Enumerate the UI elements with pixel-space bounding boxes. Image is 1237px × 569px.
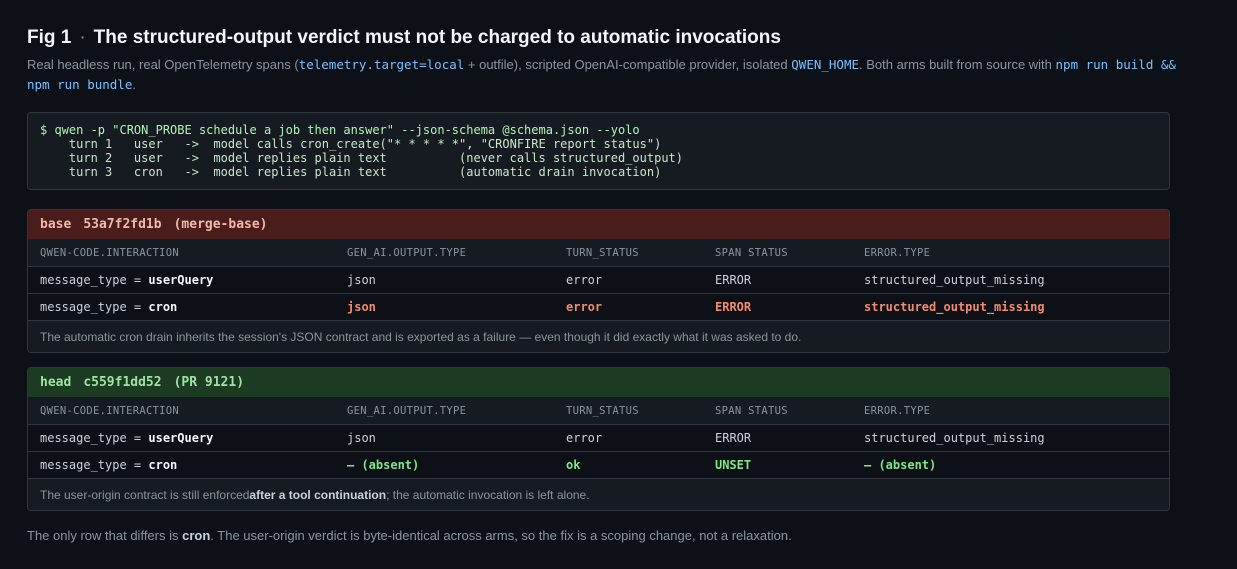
cell-output-type: json [347, 431, 376, 445]
cell-interaction: message_type = cron [40, 458, 178, 472]
column-header: QWEN-CODE.INTERACTION [40, 246, 180, 259]
arm-label: base [40, 217, 72, 232]
cell-span-status: ERROR [715, 431, 752, 445]
cell-error-type: — (absent) [864, 458, 937, 472]
terminal-output: $ qwen -p "CRON_PROBE schedule a job the… [40, 123, 1157, 179]
table-row: message_type = cron — (absent) ok UNSET … [28, 451, 1169, 478]
column-header: TURN_STATUS [566, 404, 639, 417]
cell-output-type: json [347, 273, 376, 287]
head-arm-header: head c559f1dd52 (PR 9121) [28, 368, 1169, 397]
cell-error-type: structured_output_missing [864, 300, 1045, 314]
cell-span-status: ERROR [715, 300, 752, 314]
terminal-block: $ qwen -p "CRON_PROBE schedule a job the… [27, 112, 1170, 190]
figure-caption: Real headless run, real OpenTelemetry sp… [27, 55, 1177, 95]
terminal-turn-2: turn 2 user -> model replies plain text … [40, 151, 683, 165]
column-header: ERROR.TYPE [864, 246, 931, 259]
terminal-turn-1: turn 1 user -> model calls cron_create("… [40, 137, 662, 151]
arm-ref: (PR 9121) [173, 375, 245, 390]
figure-number: Fig 1 [27, 27, 72, 48]
figure-title: Fig 1 · The structured-output verdict must… [27, 27, 781, 49]
caption-text: . [132, 77, 136, 92]
cell-output-type: json [347, 300, 376, 314]
column-header: QWEN-CODE.INTERACTION [40, 404, 180, 417]
cell-interaction: message_type = cron [40, 300, 178, 314]
cell-turn-status: error [566, 300, 603, 314]
base-arm-note: The automatic cron drain inherits the se… [28, 320, 1169, 352]
column-header: TURN_STATUS [566, 246, 639, 259]
cell-interaction: message_type = userQuery [40, 273, 214, 287]
column-header: ERROR.TYPE [864, 404, 931, 417]
terminal-command: $ qwen -p "CRON_PROBE schedule a job the… [40, 123, 640, 137]
caption-text: + outfile), scripted OpenAI-compatible p… [464, 57, 792, 72]
cell-turn-status: ok [566, 458, 581, 472]
figure-title-text: The structured-output verdict must not b… [93, 27, 781, 48]
column-headers: QWEN-CODE.INTERACTION GEN_AI.OUTPUT.TYPE… [28, 239, 1169, 266]
column-header: SPAN STATUS [715, 246, 788, 259]
caption-code-qwen-home: QWEN_HOME [791, 57, 859, 72]
arm-label: head [40, 375, 72, 390]
column-headers: QWEN-CODE.INTERACTION GEN_AI.OUTPUT.TYPE… [28, 397, 1169, 424]
table-row: message_type = cron json error ERROR str… [28, 293, 1169, 320]
terminal-turn-3: turn 3 cron -> model replies plain text … [40, 165, 662, 179]
column-header: GEN_AI.OUTPUT.TYPE [347, 404, 467, 417]
title-separator: · [79, 27, 86, 48]
caption-code-telemetry: telemetry.target=local [298, 57, 465, 72]
cell-interaction: message_type = userQuery [40, 431, 214, 445]
figure-footer-note: The only row that differs is cron. The u… [27, 528, 792, 543]
base-arm-header: base 53a7f2fd1b (merge-base) [28, 210, 1169, 239]
arm-sha: c559f1dd52 [83, 375, 162, 390]
head-arm-table: head c559f1dd52 (PR 9121) QWEN-CODE.INTE… [27, 367, 1170, 511]
column-header: GEN_AI.OUTPUT.TYPE [347, 246, 467, 259]
table-row: message_type = userQuery json error ERRO… [28, 424, 1169, 451]
cell-output-type: — (absent) [347, 458, 420, 472]
cell-turn-status: error [566, 273, 603, 287]
cell-error-type: structured_output_missing [864, 431, 1045, 445]
column-header: SPAN STATUS [715, 404, 788, 417]
cell-error-type: structured_output_missing [864, 273, 1045, 287]
arm-ref: (merge-base) [173, 217, 268, 232]
base-arm-table: base 53a7f2fd1b (merge-base) QWEN-CODE.I… [27, 209, 1170, 353]
caption-text: . Both arms built from source with [859, 57, 1056, 72]
table-row: message_type = userQuery json error ERRO… [28, 266, 1169, 293]
head-arm-note: The user-origin contract is still enforc… [28, 478, 1169, 510]
cell-turn-status: error [566, 431, 603, 445]
cell-span-status: ERROR [715, 273, 752, 287]
cell-span-status: UNSET [715, 458, 752, 472]
caption-text: Real headless run, real OpenTelemetry sp… [27, 57, 299, 72]
arm-sha: 53a7f2fd1b [83, 217, 162, 232]
